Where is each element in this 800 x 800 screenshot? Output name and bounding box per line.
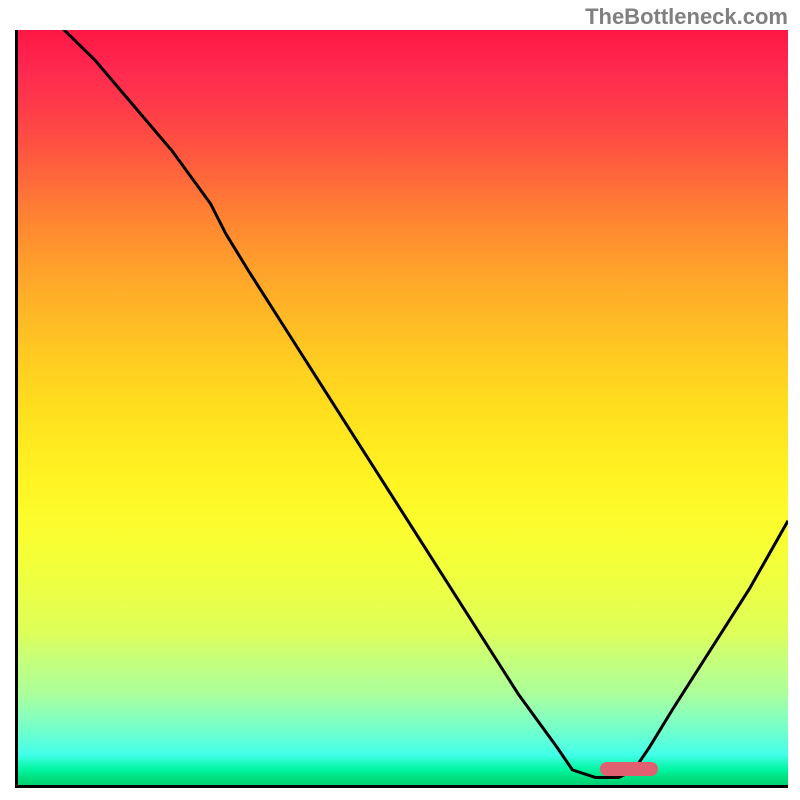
chart-container: TheBottleneck.com xyxy=(0,0,800,800)
plot-area xyxy=(15,30,788,788)
gradient-background xyxy=(18,30,788,785)
optimal-range-marker xyxy=(600,762,658,776)
watermark-text: TheBottleneck.com xyxy=(585,4,788,30)
